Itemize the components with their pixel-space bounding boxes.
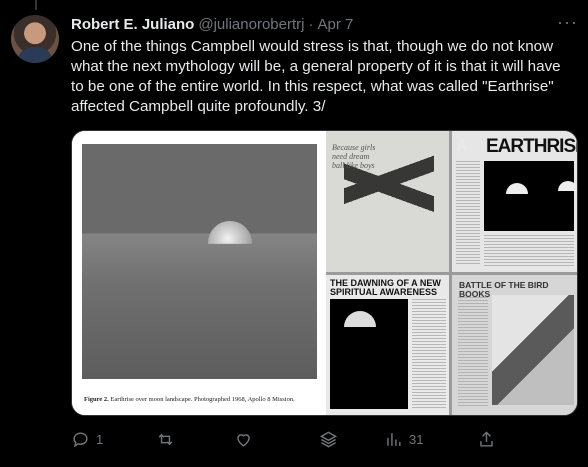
collage-cell-earthrise: A EARTHRISE:: [452, 131, 577, 272]
avatar[interactable]: [11, 15, 59, 63]
collage-headline-dawning: THE DAWNING OF A NEW SPIRITUAL AWARENESS: [330, 278, 441, 297]
stack-button[interactable]: [319, 430, 338, 449]
text-column: [458, 297, 488, 407]
collage-cell-birds: BATTLE OF THE BIRD BOOKS: [452, 275, 577, 415]
author-handle[interactable]: @julianorobertrj: [198, 16, 304, 33]
collage-cell-dancers: Because girls need dream ball like boys: [326, 131, 449, 272]
media-container[interactable]: Figure 2. Earthrise over moon landscape.…: [71, 130, 578, 416]
earthrise-photo: [82, 144, 317, 379]
views-button[interactable]: 31: [384, 430, 423, 449]
author-name[interactable]: Robert E. Juliano: [71, 16, 194, 33]
views-icon: [387, 433, 401, 446]
text-column: [456, 161, 480, 266]
earth-icon: [208, 221, 252, 244]
media-image-right[interactable]: Because girls need dream ball like boys …: [326, 131, 577, 415]
text-column: [412, 299, 446, 409]
share-button[interactable]: [477, 430, 496, 449]
earth-icon: [344, 311, 376, 327]
collage-big-letter: A: [456, 137, 468, 154]
stack-icon: [319, 431, 338, 448]
dawning-space-image: [330, 299, 408, 409]
retweet-button[interactable]: [156, 430, 181, 449]
earthrise-space-image: [484, 161, 577, 231]
collage-script-text: Because girls need dream ball like boys: [332, 143, 376, 170]
like-icon: [237, 434, 250, 447]
reply-icon: [73, 432, 88, 448]
media-image-left[interactable]: Figure 2. Earthrise over moon landscape.…: [72, 131, 324, 415]
text-column: [484, 235, 574, 267]
photo-caption: Figure 2. Earthrise over moon landscape.…: [84, 396, 295, 403]
collage-headline-earthrise: EARTHRISE:: [486, 136, 577, 157]
more-options-icon[interactable]: ···: [557, 12, 578, 33]
avatar-shirt: [19, 47, 51, 63]
caption-text: Earthrise over moon landscape. Photograp…: [110, 396, 295, 403]
penguin-illustration: [492, 295, 574, 405]
like-button[interactable]: [234, 430, 259, 449]
earth-icon: [506, 183, 528, 194]
views-count: 31: [409, 432, 424, 447]
collage-cell-dawning: THE DAWNING OF A NEW SPIRITUAL AWARENESS: [326, 275, 449, 415]
tweet-actions: 1 31: [71, 426, 576, 458]
share-icon: [480, 431, 493, 447]
reply-button[interactable]: 1: [71, 430, 103, 449]
tweet-text: One of the things Campbell would stress …: [71, 38, 561, 115]
reply-count: 1: [96, 432, 104, 447]
retweet-icon: [158, 433, 173, 446]
tweet-date[interactable]: Apr 7: [317, 16, 353, 33]
thread-connector-line: [35, 0, 37, 10]
earth-icon: [558, 181, 577, 191]
tweet-header: Robert E. Juliano @julianorobertrj · Apr…: [71, 13, 572, 35]
separator-dot: ·: [308, 15, 314, 33]
caption-label: Figure 2.: [84, 396, 109, 403]
